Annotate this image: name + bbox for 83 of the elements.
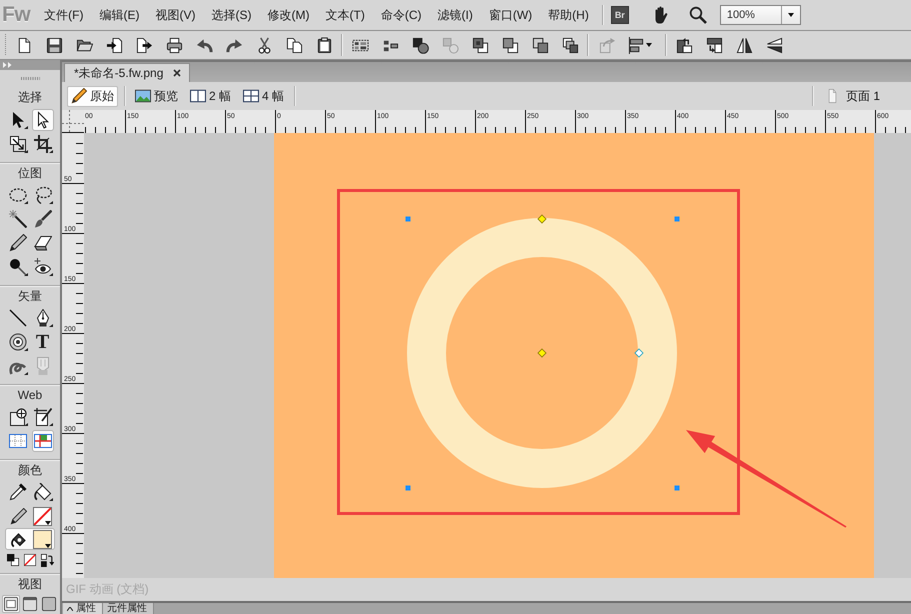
menu-item[interactable]: 修改(M) xyxy=(264,4,314,26)
close-icon[interactable] xyxy=(173,69,182,77)
view-mode-tab[interactable]: 4 幅 xyxy=(239,86,288,106)
grip-icon[interactable] xyxy=(4,34,7,56)
menu-item[interactable]: 文件(F) xyxy=(40,4,88,26)
collapse-caret-icon[interactable] xyxy=(67,606,73,610)
screen-mode-button[interactable] xyxy=(2,594,20,612)
redo-arrow-icon[interactable] xyxy=(226,36,242,54)
magnifier-icon[interactable] xyxy=(688,6,707,24)
rotate-arrow-icon[interactable] xyxy=(706,36,722,54)
section-title: 颜色 xyxy=(17,462,43,479)
menu-item[interactable]: 窗口(W) xyxy=(484,4,536,26)
section-title: 矢量 xyxy=(17,288,43,305)
section-title: Web xyxy=(16,387,44,404)
bridge-button[interactable]: Br xyxy=(610,6,629,24)
menu-item[interactable]: 视图(V) xyxy=(152,4,200,26)
combined-shapes-icon[interactable] xyxy=(412,36,428,54)
mirrored-triangles-icon[interactable] xyxy=(736,36,752,54)
tool-button[interactable]: T xyxy=(32,331,54,353)
landscape-picture-icon xyxy=(135,88,151,104)
section-title: 位图 xyxy=(17,165,43,182)
copy-pages-icon[interactable] xyxy=(286,36,302,54)
two-panel-icon xyxy=(190,88,206,104)
rotate-arrow-icon[interactable] xyxy=(676,36,692,54)
pencil-icon xyxy=(71,88,87,104)
selection-handle[interactable] xyxy=(674,486,680,490)
screen-mode-button[interactable] xyxy=(20,594,39,612)
window-mode-icon xyxy=(42,596,56,610)
document-tab[interactable]: *未命名-5.fw.png xyxy=(64,63,190,82)
printer-icon[interactable] xyxy=(166,36,182,54)
scissors-icon[interactable] xyxy=(256,36,272,54)
overlapping-squares-icon[interactable] xyxy=(532,36,548,54)
section-title: 视图 xyxy=(17,576,43,593)
window-mode-icon xyxy=(22,596,37,610)
panel-tab[interactable]: 属性 xyxy=(63,603,103,614)
diamond-handle[interactable] xyxy=(634,348,644,358)
paint-bucket-icon xyxy=(10,530,26,548)
app-logo: Fw xyxy=(2,3,30,27)
caret-icon[interactable] xyxy=(646,43,652,47)
view-mode-tab[interactable]: 2 幅 xyxy=(186,86,236,106)
page-label[interactable]: 页面 1 xyxy=(846,88,880,104)
menu-item[interactable]: 命令(C) xyxy=(376,4,426,26)
zoom-field[interactable]: 100% xyxy=(720,5,801,25)
swap-colors-icon[interactable] xyxy=(40,554,54,566)
selection-handle[interactable] xyxy=(406,216,410,222)
caret-icon[interactable] xyxy=(44,520,50,524)
no-color-icon[interactable] xyxy=(24,554,36,566)
ruler-corner[interactable] xyxy=(62,110,84,133)
menu-item[interactable]: 滤镜(I) xyxy=(434,4,477,26)
default-colors-icon[interactable] xyxy=(6,554,18,566)
no-color-slash-icon xyxy=(34,508,50,524)
view-mode-tab[interactable]: 预览 xyxy=(131,86,182,106)
fill-color-control[interactable] xyxy=(5,528,55,550)
page-icon xyxy=(826,89,838,103)
overlapping-squares-icon[interactable] xyxy=(502,36,518,54)
screen-mode-button[interactable] xyxy=(40,594,58,612)
export-arrow-icon[interactable] xyxy=(136,36,152,54)
caret-icon[interactable] xyxy=(44,544,50,548)
import-arrow-icon[interactable] xyxy=(106,36,122,54)
clipboard-icon[interactable] xyxy=(316,36,332,54)
caret-icon[interactable] xyxy=(788,13,794,17)
undo-arrow-icon[interactable] xyxy=(196,36,212,54)
menu-item[interactable]: 选择(S) xyxy=(208,4,256,26)
menu-item[interactable]: 帮助(H) xyxy=(544,4,593,26)
align-bars-icon[interactable] xyxy=(628,36,645,54)
diamond-handle[interactable] xyxy=(537,214,547,224)
menu-item[interactable]: 编辑(E) xyxy=(96,4,144,26)
selection-handle[interactable] xyxy=(406,486,410,490)
four-panel-icon xyxy=(243,88,260,104)
overlapping-squares-icon[interactable] xyxy=(472,36,488,54)
mirrored-triangles-icon[interactable] xyxy=(766,36,782,54)
view-mode-tab[interactable]: 原始 xyxy=(67,86,118,106)
pencil-icon xyxy=(10,508,26,524)
stroke-color-swatch[interactable] xyxy=(32,506,52,526)
section-title: 选择 xyxy=(17,89,43,106)
menu-item[interactable]: 文本(T) xyxy=(322,4,369,26)
panel-tab[interactable]: 元件属性 xyxy=(103,603,154,614)
overlapping-squares-icon[interactable] xyxy=(562,36,578,54)
fill-color-swatch[interactable] xyxy=(32,530,52,548)
grip-icon[interactable] xyxy=(20,76,40,80)
diamond-handle[interactable] xyxy=(537,348,547,358)
selection-handle[interactable] xyxy=(674,216,680,222)
window-mode-icon xyxy=(4,596,18,610)
